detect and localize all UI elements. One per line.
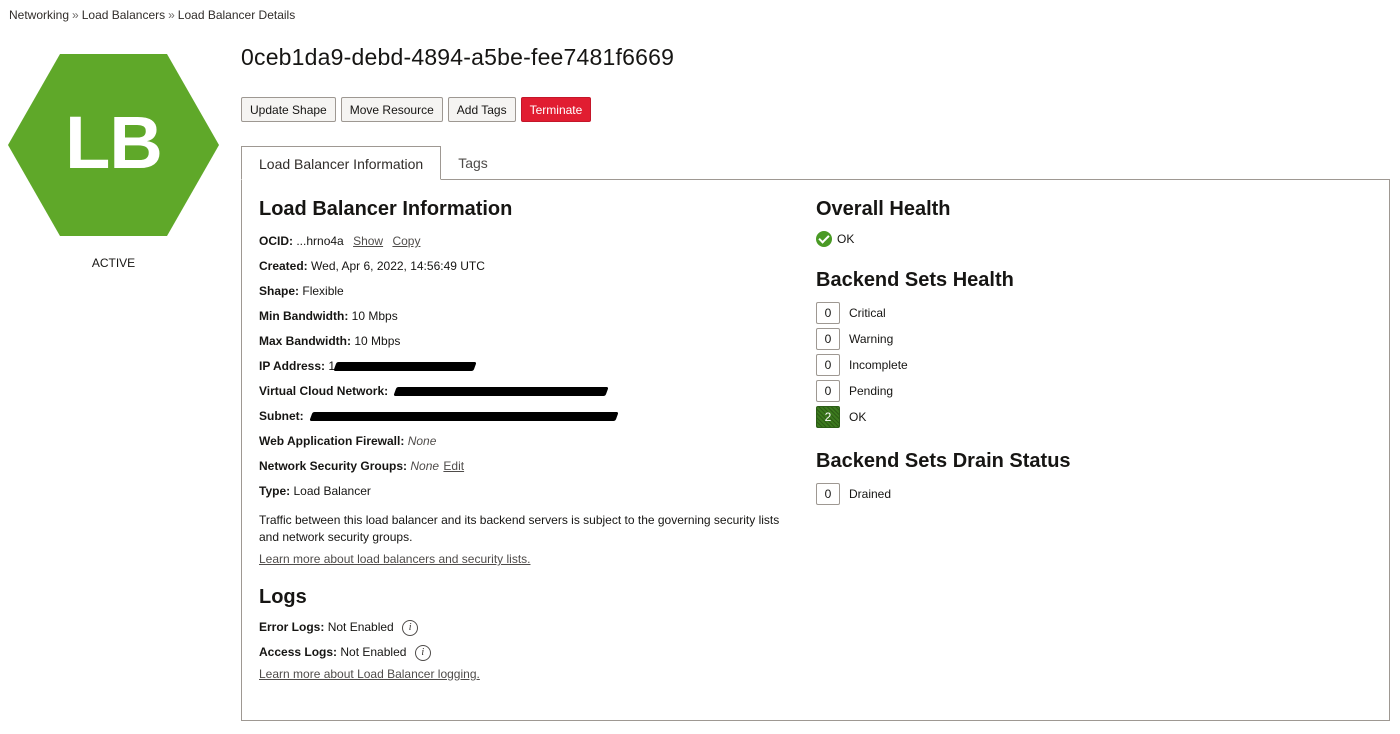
ocid-field: OCID: ...hrno4a Show Copy — [259, 229, 799, 254]
created-value: Wed, Apr 6, 2022, 14:56:49 UTC — [311, 259, 485, 273]
resource-icon-text: LB — [65, 100, 163, 184]
ocid-show-link[interactable]: Show — [353, 234, 383, 248]
vcn-field: Virtual Cloud Network: — [259, 379, 799, 404]
health-column: Overall Health OK Backend Sets Health 0 … — [816, 198, 1216, 507]
type-label: Type: — [259, 484, 291, 498]
status-label: OK — [849, 410, 867, 424]
breadcrumb-separator: » — [72, 8, 79, 22]
tab-load-balancer-information[interactable]: Load Balancer Information — [241, 146, 442, 180]
max-bandwidth-value: 10 Mbps — [354, 334, 401, 348]
overall-health-status: OK — [816, 231, 1216, 247]
error-logs-field: Error Logs: Not Enabled i — [259, 615, 799, 640]
breadcrumb-separator: » — [168, 8, 175, 22]
drain-status-list: 0 Drained — [816, 481, 1216, 507]
info-column: Load Balancer Information OCID: ...hrno4… — [259, 198, 799, 683]
access-logs-label: Access Logs: — [259, 645, 338, 659]
backend-health-incomplete: 0 Incomplete — [816, 352, 1216, 378]
status-label: Drained — [849, 487, 892, 501]
ip-address-field: IP Address: 1 — [259, 354, 799, 379]
resource-state: ACTIVE — [91, 256, 136, 270]
min-bandwidth-value: 10 Mbps — [351, 309, 398, 323]
resource-icon: LB — [8, 54, 219, 236]
status-label: Critical — [849, 306, 886, 320]
breadcrumb-current: Load Balancer Details — [177, 8, 296, 22]
backend-health-warning: 0 Warning — [816, 326, 1216, 352]
shape-label: Shape: — [259, 284, 300, 298]
tab-bar: Load Balancer Information Tags — [241, 146, 505, 180]
min-bandwidth-label: Min Bandwidth: — [259, 309, 349, 323]
overall-health-heading: Overall Health — [816, 198, 951, 220]
count-badge[interactable]: 0 — [816, 483, 840, 505]
vcn-label: Virtual Cloud Network: — [259, 384, 389, 398]
learn-more-logging-link[interactable]: Learn more about Load Balancer logging. — [259, 667, 480, 681]
subnet-field: Subnet: — [259, 404, 799, 429]
count-badge[interactable]: 0 — [816, 302, 840, 324]
max-bandwidth-field: Max Bandwidth: 10 Mbps — [259, 329, 799, 354]
count-badge[interactable]: 0 — [816, 328, 840, 350]
drain-status-heading: Backend Sets Drain Status — [816, 450, 1071, 472]
info-icon[interactable]: i — [414, 644, 431, 661]
add-tags-button[interactable]: Add Tags — [447, 97, 516, 122]
breadcrumb-load-balancers[interactable]: Load Balancers — [82, 8, 165, 22]
security-paragraph: Traffic between this load balancer and i… — [259, 513, 780, 544]
action-toolbar: Update Shape Move Resource Add Tags Term… — [241, 97, 592, 122]
ip-address-label: IP Address: — [259, 359, 326, 373]
max-bandwidth-label: Max Bandwidth: — [259, 334, 351, 348]
ocid-value: ...hrno4a — [296, 234, 344, 248]
check-circle-icon — [816, 231, 832, 247]
subnet-label: Subnet: — [259, 409, 304, 423]
drain-status-drained: 0 Drained — [816, 481, 1216, 507]
error-logs-label: Error Logs: — [259, 620, 325, 634]
info-icon[interactable]: i — [402, 619, 419, 636]
type-field: Type: Load Balancer — [259, 479, 799, 504]
redacted-subnet — [309, 412, 619, 422]
count-badge[interactable]: 2 — [816, 406, 840, 428]
min-bandwidth-field: Min Bandwidth: 10 Mbps — [259, 304, 799, 329]
backend-health-critical: 0 Critical — [816, 300, 1216, 326]
ocid-label: OCID: — [259, 234, 293, 248]
nsg-edit-link[interactable]: Edit — [443, 459, 464, 473]
nsg-label: Network Security Groups: — [259, 459, 408, 473]
waf-value: None — [407, 434, 437, 448]
status-label: Warning — [849, 332, 894, 346]
redacted-ip — [333, 362, 477, 372]
waf-label: Web Application Firewall: — [259, 434, 405, 448]
backend-health-ok: 2 OK — [816, 404, 1216, 430]
move-resource-button[interactable]: Move Resource — [340, 97, 443, 122]
overall-health-value: OK — [837, 232, 855, 246]
backend-health-pending: 0 Pending — [816, 378, 1216, 404]
page-title: 0ceb1da9-debd-4894-a5be-fee7481f6669 — [241, 44, 675, 70]
learn-more-security-link[interactable]: Learn more about load balancers and secu… — [259, 552, 530, 566]
shape-field: Shape: Flexible — [259, 279, 799, 304]
created-label: Created: — [259, 259, 308, 273]
backend-sets-health-heading: Backend Sets Health — [816, 269, 1014, 291]
ocid-copy-link[interactable]: Copy — [392, 234, 420, 248]
terminate-button[interactable]: Terminate — [520, 97, 592, 122]
access-logs-field: Access Logs: Not Enabled i — [259, 640, 799, 665]
status-label: Incomplete — [849, 358, 908, 372]
count-badge[interactable]: 0 — [816, 354, 840, 376]
logs-heading: Logs — [259, 586, 307, 608]
backend-health-list: 0 Critical 0 Warning 0 Incomplete 0 Pend… — [816, 300, 1216, 430]
count-badge[interactable]: 0 — [816, 380, 840, 402]
update-shape-button[interactable]: Update Shape — [241, 97, 336, 122]
info-heading: Load Balancer Information — [259, 198, 513, 220]
error-logs-value: Not Enabled — [327, 620, 394, 634]
breadcrumb: Networking» Load Balancers» Load Balancer … — [9, 8, 295, 22]
shape-value: Flexible — [302, 284, 344, 298]
redacted-vcn — [393, 387, 610, 397]
waf-field: Web Application Firewall: None — [259, 429, 799, 454]
created-field: Created: Wed, Apr 6, 2022, 14:56:49 UTC — [259, 254, 799, 279]
status-label: Pending — [849, 384, 894, 398]
tab-panel: Load Balancer Information OCID: ...hrno4… — [241, 179, 1390, 721]
access-logs-value: Not Enabled — [340, 645, 407, 659]
nsg-value: None — [410, 459, 440, 473]
type-value: Load Balancer — [293, 484, 371, 498]
nsg-field: Network Security Groups: None Edit — [259, 454, 799, 479]
breadcrumb-networking[interactable]: Networking — [9, 8, 69, 22]
tab-tags[interactable]: Tags — [441, 146, 505, 180]
